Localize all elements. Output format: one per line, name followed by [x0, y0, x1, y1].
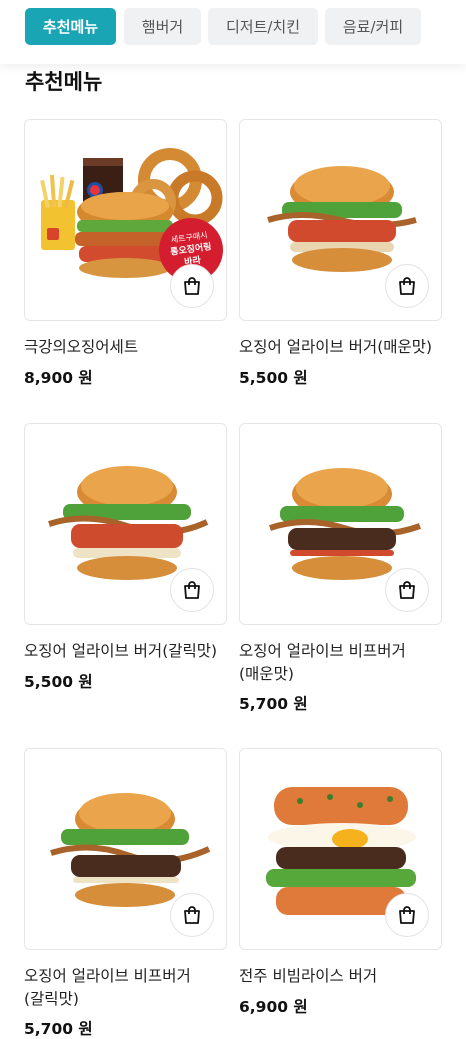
shopping-bag-icon: [399, 581, 415, 599]
product-image[interactable]: [24, 748, 227, 950]
product-name: 오징어 얼라이브 비프버거 (매운맛): [239, 642, 406, 683]
product-price: 5,700 원: [239, 695, 308, 713]
add-to-cart-button[interactable]: [170, 568, 214, 612]
category-tab-bar: 추천메뉴 햄버거 디저트/치킨 음료/커피: [0, 0, 466, 64]
product-price: 5,500 원: [24, 673, 93, 691]
product-name: 극강의오징어세트: [24, 338, 139, 356]
product-image[interactable]: [239, 423, 442, 625]
add-to-cart-button[interactable]: [170, 264, 214, 308]
tab-burgers[interactable]: 햄버거: [124, 8, 201, 45]
add-to-cart-button[interactable]: [385, 264, 429, 308]
add-to-cart-button[interactable]: [170, 893, 214, 937]
product-image[interactable]: [239, 748, 442, 950]
product-price: 5,700 원: [24, 1020, 93, 1038]
tab-recommended[interactable]: 추천메뉴: [25, 8, 116, 45]
product-name: 오징어 얼라이브 버거(갈릭맛): [24, 642, 218, 660]
add-to-cart-button[interactable]: [385, 893, 429, 937]
shopping-bag-icon: [399, 277, 415, 295]
product-price: 6,900 원: [239, 998, 308, 1016]
product-image[interactable]: 세트구매시 통오징어링 바라: [24, 119, 227, 321]
tab-dessert-chicken[interactable]: 디저트/치킨: [208, 8, 318, 45]
product-image[interactable]: [239, 119, 442, 321]
section-title: 추천메뉴: [25, 70, 103, 94]
shopping-bag-icon: [184, 277, 200, 295]
product-name: 오징어 얼라이브 비프버거 (갈릭맛): [24, 967, 191, 1008]
shopping-bag-icon: [184, 906, 200, 924]
add-to-cart-button[interactable]: [385, 568, 429, 612]
product-price: 8,900 원: [24, 369, 93, 387]
shopping-bag-icon: [184, 581, 200, 599]
shopping-bag-icon: [399, 906, 415, 924]
product-name: 오징어 얼라이브 버거(매운맛): [239, 338, 433, 356]
product-name: 전주 비빔라이스 버거: [239, 967, 378, 985]
product-price: 5,500 원: [239, 369, 308, 387]
tab-drinks-coffee[interactable]: 음료/커피: [325, 8, 421, 45]
product-image[interactable]: [24, 423, 227, 625]
